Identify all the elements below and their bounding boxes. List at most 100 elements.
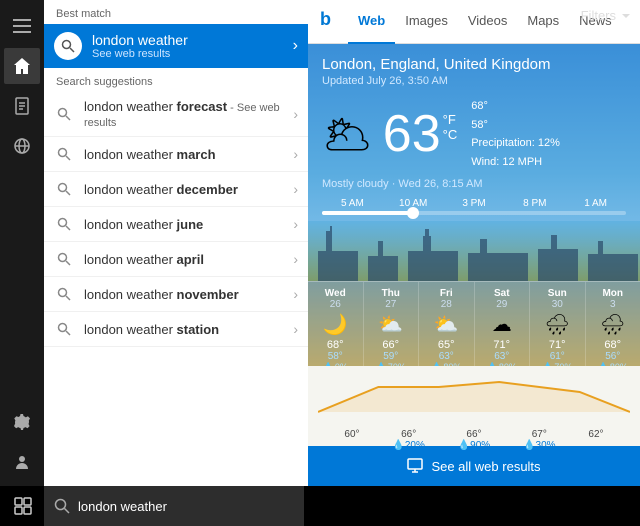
best-match-item[interactable]: london weather See web results › — [44, 24, 308, 68]
suggestion-item[interactable]: london weather forecast - See web result… — [44, 92, 308, 137]
forecast-icon: ⛅ — [378, 312, 403, 337]
suggestion-arrow: › — [293, 181, 298, 197]
weather-temp-number: 63 — [383, 108, 441, 160]
forecast-day-name: Wed — [325, 288, 346, 299]
forecast-day-name: Fri — [440, 288, 453, 299]
forecast-lo: 63° — [494, 351, 509, 362]
temperature-chart — [318, 372, 630, 422]
hour-label: 3 PM — [444, 198, 505, 209]
suggestion-arrow: › — [293, 321, 298, 337]
forecast-hi: 68° — [327, 339, 344, 351]
settings-icon[interactable] — [4, 404, 40, 440]
weather-card: London, England, United Kingdom Updated … — [308, 44, 640, 366]
search-icon-blue — [54, 32, 82, 60]
chart-label: 67°💧30% — [523, 429, 555, 451]
weather-main: 🌥 63 °F °C 68° 58° Precipitation: 12% Wi… — [308, 93, 640, 176]
timeline-track — [322, 211, 626, 215]
web-panel: b WebImagesVideosMapsNews London, Englan… — [308, 0, 640, 486]
suggestion-arrow: › — [293, 286, 298, 302]
suggestion-item[interactable]: london weather november › — [44, 277, 308, 312]
forecast-icon: ⛅ — [434, 312, 459, 337]
forecast-day[interactable]: Wed 26 🌙 68° 58° 💧0% — [308, 282, 364, 366]
suggestion-text: london weather march — [84, 147, 293, 162]
forecast-day-date: 30 — [552, 299, 563, 310]
suggestion-text: london weather november — [84, 287, 293, 302]
task-view-icon[interactable] — [0, 486, 46, 526]
bing-tab-videos[interactable]: Videos — [458, 0, 518, 44]
forecast-day[interactable]: Mon 3 🌧 68° 56° 💧80% — [586, 282, 640, 366]
weather-location: London, England, United Kingdom — [308, 44, 640, 75]
forecast-lo: 61° — [550, 351, 565, 362]
suggestion-item[interactable]: london weather march › — [44, 137, 308, 172]
suggestion-item[interactable]: london weather april › — [44, 242, 308, 277]
svg-text:b: b — [320, 9, 331, 29]
suggestion-text: london weather april — [84, 252, 293, 267]
search-bar-icon — [54, 498, 70, 514]
see-all-label: See all web results — [431, 459, 540, 474]
see-all-bar[interactable]: See all web results — [308, 446, 640, 486]
forecast-day-date: 3 — [610, 299, 616, 310]
suggestion-item[interactable]: london weather station › — [44, 312, 308, 347]
document-icon[interactable] — [4, 88, 40, 124]
hourly-bar: 5 AM10 AM3 PM8 PM1 AM — [308, 194, 640, 211]
search-suggestion-icon — [54, 104, 74, 124]
forecast-day-name: Mon — [602, 288, 623, 299]
globe-icon[interactable] — [4, 128, 40, 164]
weather-temp: 63 °F °C — [383, 108, 457, 160]
weather-updated: Updated July 26, 3:50 AM — [308, 75, 640, 93]
forecast-icon: 🌧 — [600, 312, 625, 337]
weather-icon: 🌥 — [322, 111, 373, 158]
suggestion-arrow: › — [293, 106, 298, 122]
forecast-hi: 71° — [493, 339, 510, 351]
forecast-day-name: Sat — [494, 288, 510, 299]
search-panel: Best match london weather See web result… — [44, 0, 308, 486]
user-icon[interactable] — [4, 444, 40, 480]
best-match-arrow: › — [293, 37, 298, 55]
chart-area: 60°66°💧20%66°💧90%67°💧30%62° — [308, 366, 640, 446]
timeline-dot — [407, 207, 419, 219]
forecast-day-date: 29 — [496, 299, 507, 310]
search-input[interactable] — [78, 499, 294, 514]
chart-label: 60° — [344, 429, 359, 451]
suggestion-item[interactable]: london weather june › — [44, 207, 308, 242]
filters-button[interactable]: Filters — [581, 8, 632, 23]
chart-label: 66°💧20% — [392, 429, 424, 451]
suggestion-text: london weather june — [84, 217, 293, 232]
suggestion-arrow: › — [293, 146, 298, 162]
forecast-day[interactable]: Fri 28 ⛅ 65° 63° 💧80% — [419, 282, 475, 366]
forecast-lo: 56° — [605, 351, 620, 362]
suggestions-list: london weather forecast - See web result… — [44, 92, 308, 347]
bing-tab-maps[interactable]: Maps — [517, 0, 569, 44]
search-suggestion-icon — [54, 214, 74, 234]
forecast-day-name: Thu — [382, 288, 400, 299]
hour-label: 5 AM — [322, 198, 383, 209]
timeline-progress — [322, 211, 413, 215]
forecast-day-date: 26 — [330, 299, 341, 310]
forecast-day-date: 27 — [385, 299, 396, 310]
hamburger-menu-icon[interactable] — [4, 8, 40, 44]
forecast-lo: 59° — [383, 351, 398, 362]
search-suggestion-icon — [54, 284, 74, 304]
suggestion-arrow: › — [293, 251, 298, 267]
weekly-forecast: Wed 26 🌙 68° 58° 💧0% Thu 27 ⛅ 66° 59° 💧7… — [308, 281, 640, 366]
forecast-day[interactable]: Sun 30 🌧 71° 61° 💧70% — [530, 282, 586, 366]
hour-label: 8 PM — [504, 198, 565, 209]
home-icon[interactable] — [4, 48, 40, 84]
monitor-icon — [407, 458, 423, 474]
search-suggestion-icon — [54, 249, 74, 269]
suggestion-text: london weather station — [84, 322, 293, 337]
forecast-lo: 63° — [439, 351, 454, 362]
suggestion-item[interactable]: london weather december › — [44, 172, 308, 207]
suggestions-label: Search suggestions — [44, 68, 308, 92]
search-bar[interactable] — [44, 486, 304, 526]
best-match-title: london weather — [92, 32, 293, 48]
weather-condition: Mostly cloudy · Wed 26, 8:15 AM — [308, 176, 640, 194]
bing-tab-web[interactable]: Web — [348, 0, 395, 44]
forecast-day[interactable]: Thu 27 ⛅ 66° 59° 💧70% — [364, 282, 420, 366]
forecast-icon: 🌙 — [323, 312, 348, 337]
forecast-day[interactable]: Sat 29 ☁ 71° 63° 💧80% — [475, 282, 531, 366]
best-match-subtitle: See web results — [92, 48, 293, 60]
forecast-icon: ☁ — [492, 312, 512, 337]
chart-label: 62° — [588, 429, 603, 451]
bing-tab-images[interactable]: Images — [395, 0, 458, 44]
